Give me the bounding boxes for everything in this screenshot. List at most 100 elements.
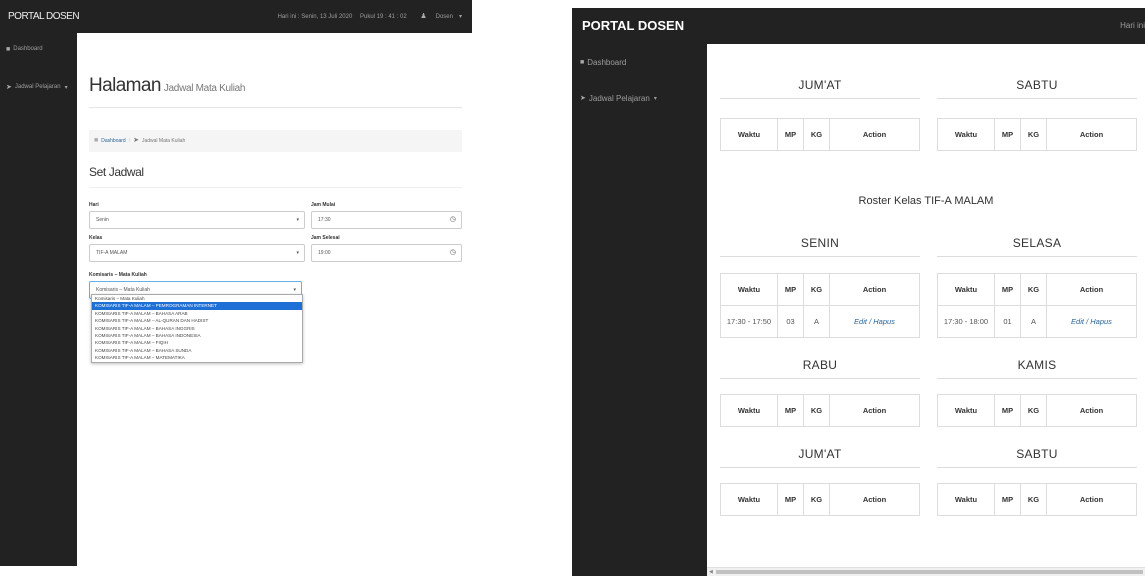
column-header-waktu: Waktu (720, 118, 778, 151)
breadcrumb-separator: / (128, 138, 131, 144)
chevron-down-icon: ▾ (296, 250, 299, 256)
dashboard-icon: ■ (94, 137, 99, 144)
jam-mulai-input[interactable]: 17:30 ◷ (311, 211, 462, 229)
chevron-down-icon: ▾ (64, 84, 68, 91)
right-screen: PORTAL DOSEN Hari ini ■ Dashboard ➤ Jadwal… (572, 8, 1145, 576)
column-header-kg: KG (803, 394, 830, 427)
day-name: SABTU (937, 441, 1137, 468)
breadcrumb-home-link[interactable]: Dashboard (101, 138, 125, 144)
page-title: Halaman Jadwal Mata Kuliah (89, 75, 462, 97)
send-icon: ➤ (6, 84, 12, 91)
user-menu[interactable]: ♟ Dosen ▾ (414, 13, 462, 20)
column-header-mp: MP (994, 273, 1021, 306)
day-heading-rabu: RABU (720, 352, 920, 379)
horizontal-scrollbar[interactable]: ◀ (707, 567, 1145, 576)
dropdown-option[interactable]: KOMISARIS TIF-A MALAM – BAHASA SUNDA (92, 347, 302, 354)
sidebar-item-jadwal[interactable]: ➤ Jadwal Pelajaran ▾ (0, 77, 77, 97)
column-header-kg: KG (1020, 273, 1047, 306)
day-heading-senin: SENIN (720, 230, 920, 257)
jam-selesai-input[interactable]: 19:00 ◷ (311, 244, 462, 262)
day-name: SABTU (937, 72, 1137, 99)
column-header-action: Action (1046, 394, 1137, 427)
column-header-action: Action (1046, 118, 1137, 151)
roster-title: Roster Kelas TIF-A MALAM (858, 195, 994, 207)
sidebar-item-label: Dashboard (13, 46, 43, 52)
sidebar-item-label: Jadwal Pelajaran (588, 93, 650, 103)
column-header-mp: MP (994, 118, 1021, 151)
day-name: KAMIS (937, 352, 1137, 379)
kelas-select[interactable]: TIF-A MALAM ▾ (89, 244, 305, 262)
day-heading-selasa: SELASA (937, 230, 1137, 257)
hari-select[interactable]: Senin ▾ (89, 211, 305, 229)
chevron-left-icon[interactable]: ◀ (709, 568, 713, 576)
column-header-mp: MP (994, 394, 1021, 427)
edit-link[interactable]: Edit (854, 317, 867, 326)
brand-logo[interactable]: PORTAL DOSEN (582, 8, 684, 44)
column-header-mp: MP (777, 483, 804, 516)
schedule-table-jumat-top: Waktu MP KG Action (720, 118, 920, 151)
dropdown-option[interactable]: KOMISARIS TIF-A MALAM – FIQIH (92, 339, 302, 346)
breadcrumb-current: Jadwal Mata Kuliah (141, 138, 186, 144)
column-header-action: Action (829, 273, 920, 306)
navbar: PORTAL DOSEN Hari ini : Senin, 13 Juli 2… (0, 0, 472, 33)
divider (89, 187, 462, 188)
column-header-waktu: Waktu (937, 394, 995, 427)
user-icon: ♟ (420, 13, 427, 20)
jam-mulai-label: Jam Mulai (311, 202, 336, 208)
schedule-table-jumat: Waktu MP KG Action (720, 483, 920, 516)
dropdown-option[interactable]: KOMISARIS TIF-A MALAM – AL-QURAN DAN HAD… (92, 317, 302, 324)
schedule-table-kamis: Waktu MP KG Action (937, 394, 1137, 427)
column-header-waktu: Waktu (937, 118, 995, 151)
breadcrumb: ■ Dashboard / ➤ Jadwal Mata Kuliah (89, 130, 462, 152)
sidebar-item-label: Dashboard (587, 57, 627, 67)
sidebar: ■ Dashboard ➤ Jadwal Pelajaran ▾ (0, 33, 77, 566)
column-header-kg: KG (803, 483, 830, 516)
roster-content: JUM'AT SABTU Waktu MP KG Action Waktu MP KG Ac… (707, 44, 1145, 576)
hari-value: Senin (96, 217, 109, 223)
time-display: Pukul 19 : 41 : 02 (359, 14, 407, 20)
sidebar-item-dashboard[interactable]: ■ Dashboard (0, 39, 77, 59)
schedule-table-rabu: Waktu MP KG Action (720, 394, 920, 427)
main-content: Halaman Jadwal Mata Kuliah ■ Dashboard / ➤ Ja… (89, 33, 462, 363)
dashboard-icon: ■ (6, 45, 11, 53)
column-header-kg: KG (1020, 483, 1047, 516)
dashboard-icon: ■ (580, 58, 585, 66)
chevron-down-icon: ▾ (458, 14, 462, 20)
page-subtitle: Jadwal Mata Kuliah (163, 83, 246, 94)
day-heading-kamis: KAMIS (937, 352, 1137, 379)
table-header-row: Waktu MP KG Action (937, 483, 1137, 516)
komisaris-value: Komisaris – Mata Kuliah (96, 287, 150, 293)
sidebar-item-jadwal[interactable]: ➤ Jadwal Pelajaran ▾ (572, 88, 707, 108)
edit-link[interactable]: Edit (1071, 317, 1084, 326)
dropdown-option[interactable]: Komisaris – Mata Kuliah (92, 295, 302, 302)
scrollbar-thumb[interactable] (716, 570, 1143, 574)
jam-selesai-label: Jam Selesai (311, 235, 340, 241)
kelas-label: Kelas (89, 235, 103, 241)
chevron-down-icon: ▾ (653, 95, 657, 102)
delete-link[interactable]: Hapus (873, 317, 895, 326)
dropdown-option[interactable]: KOMISARIS TIF-A MALAM – MATEMATIKA (92, 354, 302, 361)
column-header-kg: KG (803, 118, 830, 151)
table-header-row: Waktu MP KG Action (937, 273, 1137, 306)
table-header-row: Waktu MP KG Action (720, 118, 920, 151)
delete-link[interactable]: Hapus (1090, 317, 1112, 326)
brand-logo[interactable]: PORTAL DOSEN (8, 0, 80, 33)
dropdown-option[interactable]: KOMISARIS TIF-A MALAM – BAHASA INGGRIS (92, 325, 302, 332)
clock-icon: ◷ (449, 249, 456, 256)
column-header-waktu: Waktu (720, 273, 778, 306)
cell-kg: A (803, 305, 830, 338)
sidebar-item-dashboard[interactable]: ■ Dashboard (572, 52, 707, 72)
schedule-table-selasa: Waktu MP KG Action 17:30 - 18:00 01 A Edit / H… (937, 273, 1137, 338)
column-header-waktu: Waktu (720, 394, 778, 427)
navbar-info: Hari ini : Senin, 13 Juli 2020 Pukul 19 … (272, 0, 462, 34)
day-name: SENIN (720, 230, 920, 257)
dropdown-option[interactable]: KOMISARIS TIF-A MALAM – BAHASA INDONESIA (92, 332, 302, 339)
set-jadwal-form: Hari Senin ▾ Jam Mulai 17:30 ◷ Kelas TIF-A… (89, 202, 462, 363)
page-title-text: Halaman (89, 75, 161, 96)
day-heading-jumat: JUM'AT (720, 441, 920, 468)
day-name: JUM'AT (720, 72, 920, 99)
jam-mulai-field: Jam Mulai 17:30 ◷ (311, 202, 462, 229)
dropdown-option[interactable]: KOMISARIS TIF-A MALAM – PEMROGRAMAN INTE… (92, 302, 302, 310)
column-header-mp: MP (777, 273, 804, 306)
dropdown-option[interactable]: KOMISARIS TIF-A MALAM – BAHASA ARAB (92, 310, 302, 317)
